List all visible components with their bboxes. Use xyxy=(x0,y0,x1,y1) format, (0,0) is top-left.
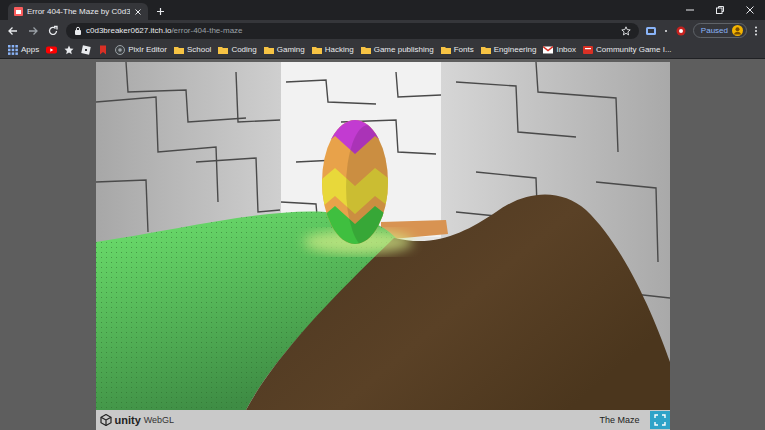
web-page: unityWebGL The Maze xyxy=(0,59,765,430)
fullscreen-icon xyxy=(654,414,666,426)
url-text: c0d3breaker0627.itch.io/error-404-the-ma… xyxy=(86,26,243,35)
game-title: The Maze xyxy=(599,415,645,425)
bookmark-label: Inbox xyxy=(556,45,576,54)
game-site-icon xyxy=(583,45,593,55)
star-icon[interactable] xyxy=(621,26,631,36)
unity-cube-icon xyxy=(100,414,112,426)
folder-icon xyxy=(264,45,274,55)
tab-strip: Error 404-The Maze by C0d3br xyxy=(0,0,765,20)
plus-icon xyxy=(156,7,165,16)
close-icon xyxy=(745,5,755,15)
address-actions xyxy=(621,26,631,36)
bookmark-item[interactable]: Game publishing xyxy=(361,45,434,55)
folder-icon xyxy=(361,45,371,55)
bookmark-label: Engineering xyxy=(494,45,537,54)
bookmark-item[interactable]: Inbox xyxy=(543,45,576,55)
pixlr-icon xyxy=(115,45,125,55)
url-host: c0d3breaker0627.itch.io xyxy=(86,26,171,35)
game-canvas[interactable] xyxy=(96,62,670,410)
folder-icon xyxy=(312,45,322,55)
star-bookmark-icon[interactable] xyxy=(64,45,74,55)
engine-name: unity xyxy=(115,414,141,426)
bookmark-label: Hacking xyxy=(325,45,354,54)
bookmarks-bar: Apps Pixlr Editor School Coding Gaming Hackin… xyxy=(0,41,765,59)
back-arrow-icon xyxy=(7,25,19,37)
menu-icon[interactable] xyxy=(753,25,759,37)
folder-icon xyxy=(441,45,451,55)
bookmark-label: Pixlr Editor xyxy=(128,45,167,54)
bookmark-item[interactable]: Community Game I... xyxy=(583,45,672,55)
bookmark-item[interactable]: Pixlr Editor xyxy=(115,45,167,55)
apps-icon xyxy=(8,45,18,55)
browser-tab[interactable]: Error 404-The Maze by C0d3br xyxy=(8,3,148,20)
folder-icon xyxy=(218,45,228,55)
maximize-button[interactable] xyxy=(705,0,735,20)
bookmark-item[interactable]: School xyxy=(174,45,211,55)
roblox-icon[interactable] xyxy=(81,45,91,55)
bookmark-item[interactable]: Hacking xyxy=(312,45,354,55)
forward-button[interactable] xyxy=(26,24,40,38)
folder-icon xyxy=(481,45,491,55)
profile-label: Paused xyxy=(701,26,728,35)
bookmark-item[interactable]: Apps xyxy=(8,45,39,55)
bookmark-label: Gaming xyxy=(277,45,305,54)
window-controls xyxy=(675,0,765,20)
bookmark-item[interactable]: Coding xyxy=(218,45,256,55)
url-path: /error-404-the-maze xyxy=(171,26,242,35)
fullscreen-button[interactable] xyxy=(650,411,670,429)
new-tab-button[interactable] xyxy=(152,3,169,20)
bookmark-site-icon[interactable] xyxy=(98,45,108,55)
bookmark-item[interactable]: Gaming xyxy=(264,45,305,55)
favicon-icon xyxy=(14,7,23,16)
extension-icon[interactable] xyxy=(645,25,657,37)
platform-name: WebGL xyxy=(144,415,174,425)
minimize-icon xyxy=(685,5,695,15)
toolbar: c0d3breaker0627.itch.io/error-404-the-ma… xyxy=(0,20,765,41)
gmail-icon xyxy=(543,45,553,55)
bookmark-label: School xyxy=(187,45,211,54)
bookmark-label: Community Game I... xyxy=(596,45,672,54)
address-bar[interactable]: c0d3breaker0627.itch.io/error-404-the-ma… xyxy=(66,23,639,39)
extension-menu-icon[interactable] xyxy=(663,25,669,37)
bookmark-label: Coding xyxy=(231,45,256,54)
minimize-button[interactable] xyxy=(675,0,705,20)
unity-logo: unityWebGL xyxy=(100,414,175,426)
game-scene xyxy=(96,62,670,414)
avatar-icon xyxy=(732,25,743,36)
youtube-icon[interactable] xyxy=(46,45,57,55)
record-extension-icon[interactable] xyxy=(675,25,687,37)
profile-button[interactable]: Paused xyxy=(693,23,747,38)
lock-icon xyxy=(74,26,82,35)
restore-icon xyxy=(715,5,725,15)
bookmark-label: Apps xyxy=(21,45,39,54)
folder-icon xyxy=(174,45,184,55)
back-button[interactable] xyxy=(6,24,20,38)
forward-arrow-icon xyxy=(27,25,39,37)
bookmark-label: Fonts xyxy=(454,45,474,54)
close-window-button[interactable] xyxy=(735,0,765,20)
player-footer: unityWebGL The Maze xyxy=(96,410,670,430)
reload-icon xyxy=(47,25,59,37)
bookmark-label: Game publishing xyxy=(374,45,434,54)
reload-button[interactable] xyxy=(46,24,60,38)
bookmark-item[interactable]: Fonts xyxy=(441,45,474,55)
tab-title: Error 404-The Maze by C0d3br xyxy=(27,7,130,16)
close-tab-icon[interactable] xyxy=(134,8,142,16)
bookmark-item[interactable]: Engineering xyxy=(481,45,537,55)
